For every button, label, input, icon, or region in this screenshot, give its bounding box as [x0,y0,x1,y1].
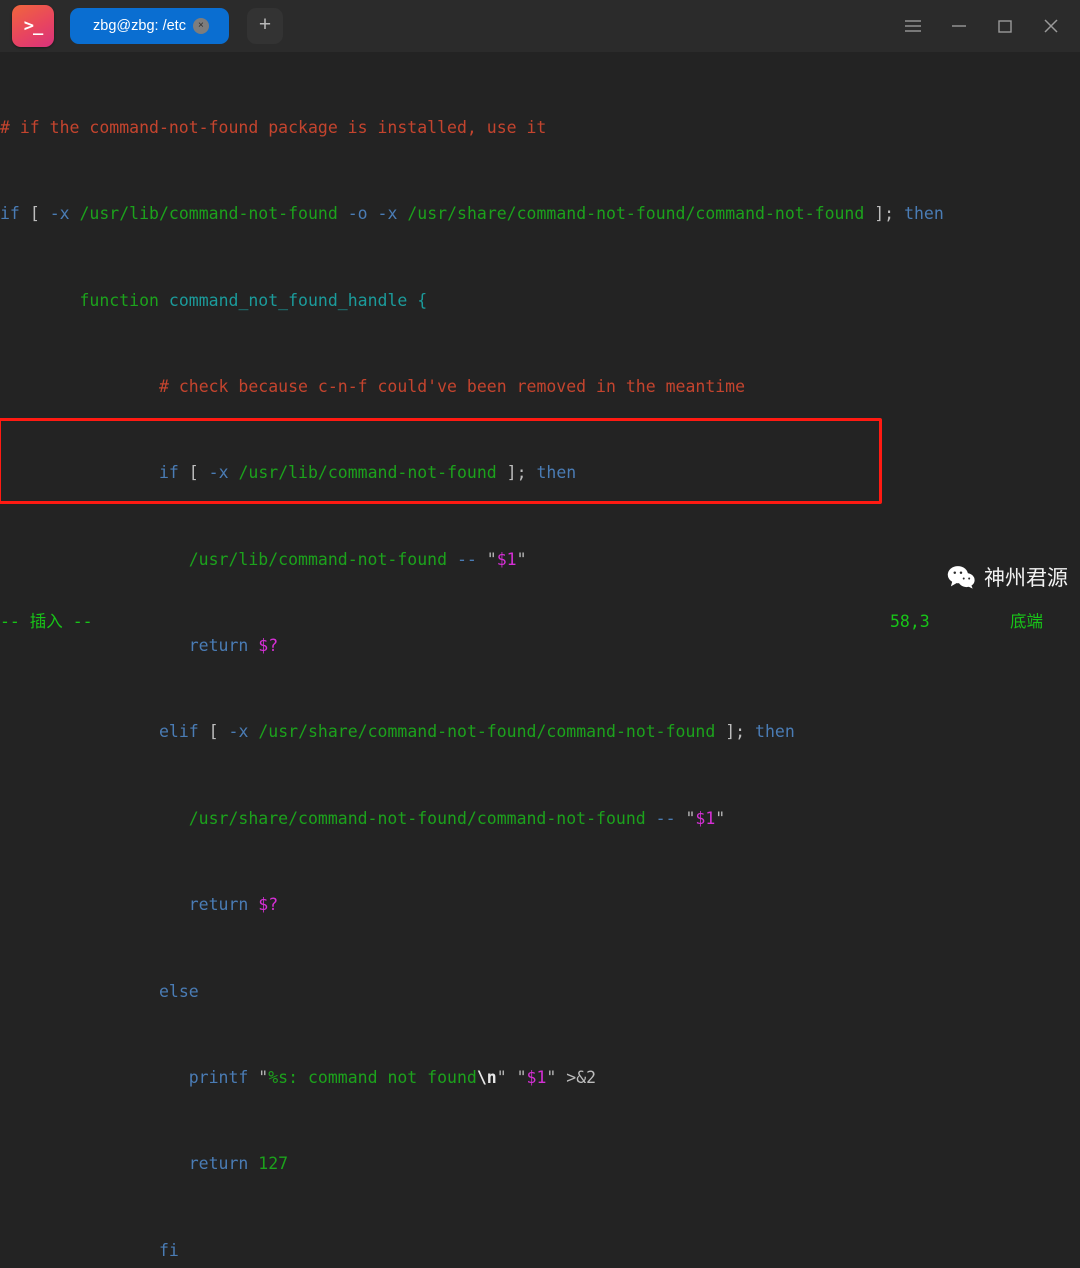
code-line: if [ -x /usr/lib/command-not-found -o -x… [0,204,944,224]
status-scroll-indicator: 底端 [1010,612,1043,631]
watermark: 神州君源 [947,562,1068,592]
vim-status-line: -- 插入 -- 58,3 底端 [0,610,1080,634]
code-line: function command_not_found_handle { [79,290,428,310]
terminal-window: >_ zbg@zbg: /etc × + # if the command-no… [0,0,1080,1260]
tab-zbg-etc[interactable]: zbg@zbg: /etc × [70,8,229,44]
hamburger-menu-icon[interactable] [890,0,936,52]
code-line: if [ -x /usr/lib/command-not-found ]; th… [158,463,577,483]
wechat-icon [947,565,975,589]
code-line: fi [158,1240,179,1260]
code-line: return 127 [188,1154,289,1174]
new-tab-button[interactable]: + [247,8,283,44]
terminal-prompt-icon: >_ [12,5,54,47]
tab-label: zbg@zbg: /etc [93,18,186,34]
vim-editor-buffer[interactable]: # if the command-not-found package is in… [0,52,1080,1260]
title-bar: >_ zbg@zbg: /etc × + [0,0,1080,52]
status-cursor-position: 58,3 [890,612,930,631]
code-line: else [158,981,199,1001]
close-icon[interactable]: × [192,18,209,34]
code-line: # if the command-not-found package is in… [0,117,547,137]
code-line: return $? [188,895,279,915]
code-line: elif [ -x /usr/share/command-not-found/c… [158,722,795,742]
title-bar-left: >_ zbg@zbg: /etc × + [0,5,283,47]
status-mode: -- 插入 -- [0,612,93,631]
code-line: # check because c-n-f could've been remo… [158,376,746,396]
terminal-prompt-glyph: >_ [23,15,44,36]
maximize-icon[interactable] [982,0,1028,52]
code-line: printf "%s: command not found\n" "$1" >&… [188,1067,597,1087]
code-line: /usr/lib/command-not-found -- "$1" [188,549,527,569]
code-line: /usr/share/command-not-found/command-not… [188,808,726,828]
code-line: return $? [188,636,279,656]
close-window-icon[interactable] [1028,0,1074,52]
watermark-text: 神州君源 [984,566,1068,590]
minimize-icon[interactable] [936,0,982,52]
window-controls [890,0,1080,52]
